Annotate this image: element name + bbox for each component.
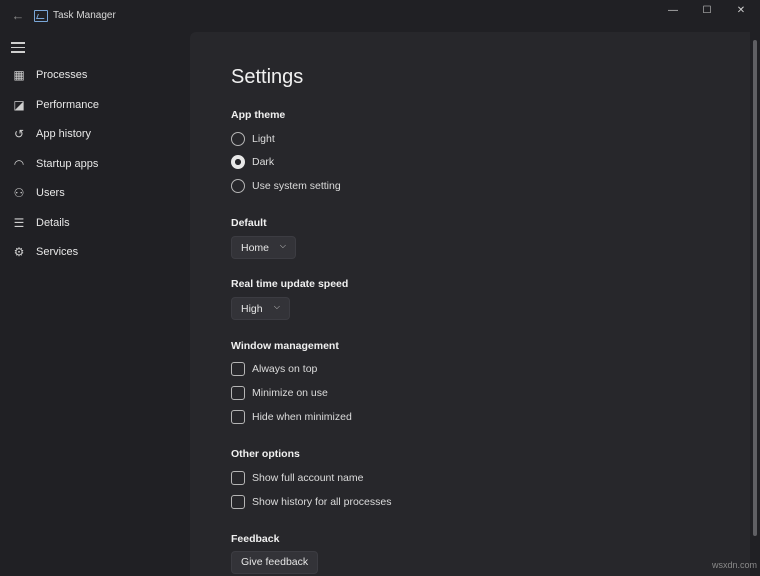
theme-light-radio[interactable] — [231, 132, 245, 146]
chevron-down-icon: ⌵ — [273, 302, 280, 311]
history-icon: ↺ — [13, 127, 25, 141]
minimize-on-use-label: Minimize on use — [252, 387, 328, 399]
hide-when-minimized-checkbox[interactable] — [231, 410, 245, 424]
back-arrow-icon[interactable]: ← — [10, 8, 26, 24]
page-title: Settings — [231, 66, 304, 88]
minimize-on-use-checkbox[interactable] — [231, 386, 245, 400]
window-management-heading: Window management — [231, 340, 339, 352]
theme-dark-radio[interactable] — [231, 155, 245, 169]
sidebar-item-performance[interactable]: ◪ Performance — [6, 92, 182, 120]
feedback-heading: Feedback — [231, 533, 280, 545]
sidebar-item-users[interactable]: ⚇ Users — [6, 180, 182, 208]
app-theme-heading: App theme — [231, 109, 286, 121]
sidebar-item-startup-apps[interactable]: ◠ Startup apps — [6, 151, 182, 179]
default-page-value: Home — [241, 242, 270, 254]
always-on-top-checkbox[interactable] — [231, 362, 245, 376]
theme-system-radio[interactable] — [231, 179, 245, 193]
sidebar: ▦ Processes ◪ Performance ↺ App history … — [0, 32, 190, 576]
sidebar-item-label: Startup apps — [36, 158, 99, 170]
sidebar-item-label: Processes — [36, 69, 88, 81]
maximize-button[interactable]: ☐ — [690, 0, 724, 22]
theme-system-label: Use system setting — [252, 180, 341, 192]
watermark: wsxdn.com — [712, 560, 758, 570]
window-title: Task Manager — [53, 10, 116, 21]
processes-icon: ▦ — [13, 68, 25, 82]
services-icon: ⚙ — [13, 245, 25, 259]
sidebar-item-label: Performance — [36, 99, 99, 111]
settings-panel: Settings App theme Light Dark Use system… — [190, 32, 750, 576]
give-feedback-button[interactable]: Give feedback — [231, 551, 319, 574]
update-speed-dropdown[interactable]: High ⌵ — [231, 297, 290, 320]
show-full-account-name-checkbox[interactable] — [231, 471, 245, 485]
minimize-button[interactable]: — — [656, 0, 690, 22]
users-icon: ⚇ — [13, 186, 25, 200]
sidebar-item-app-history[interactable]: ↺ App history — [6, 121, 182, 149]
chevron-down-icon: ⌵ — [279, 241, 286, 250]
show-history-all-processes-label: Show history for all processes — [252, 496, 392, 508]
hide-when-minimized-label: Hide when minimized — [252, 411, 352, 423]
sidebar-item-details[interactable]: ☰ Details — [6, 210, 182, 238]
theme-light-label: Light — [252, 133, 275, 145]
sidebar-item-services[interactable]: ⚙ Services — [6, 239, 182, 267]
performance-icon: ◪ — [13, 98, 25, 112]
sidebar-item-label: Services — [36, 246, 79, 258]
task-manager-app-icon — [34, 10, 48, 22]
update-speed-value: High — [241, 303, 263, 315]
vertical-scrollbar[interactable] — [753, 40, 757, 536]
show-history-all-processes-checkbox[interactable] — [231, 495, 245, 509]
default-heading: Default — [231, 217, 267, 229]
sidebar-item-label: Details — [36, 217, 70, 229]
startup-icon: ◠ — [13, 157, 25, 171]
update-speed-heading: Real time update speed — [231, 278, 349, 290]
close-button[interactable]: ✕ — [724, 0, 758, 22]
theme-dark-label: Dark — [252, 156, 275, 168]
default-page-dropdown[interactable]: Home ⌵ — [231, 236, 296, 259]
hamburger-menu-icon[interactable] — [11, 40, 25, 53]
sidebar-item-processes[interactable]: ▦ Processes — [6, 62, 182, 90]
always-on-top-label: Always on top — [252, 363, 318, 375]
task-manager-window: ← Task Manager — ☐ ✕ ▦ Processes ◪ Perfo… — [0, 0, 760, 576]
give-feedback-label: Give feedback — [241, 556, 309, 568]
other-options-heading: Other options — [231, 448, 300, 460]
show-full-account-name-label: Show full account name — [252, 472, 364, 484]
details-icon: ☰ — [13, 216, 25, 230]
title-bar: ← Task Manager — ☐ ✕ — [0, 0, 760, 32]
sidebar-item-label: App history — [36, 128, 92, 140]
sidebar-item-label: Users — [36, 187, 65, 199]
